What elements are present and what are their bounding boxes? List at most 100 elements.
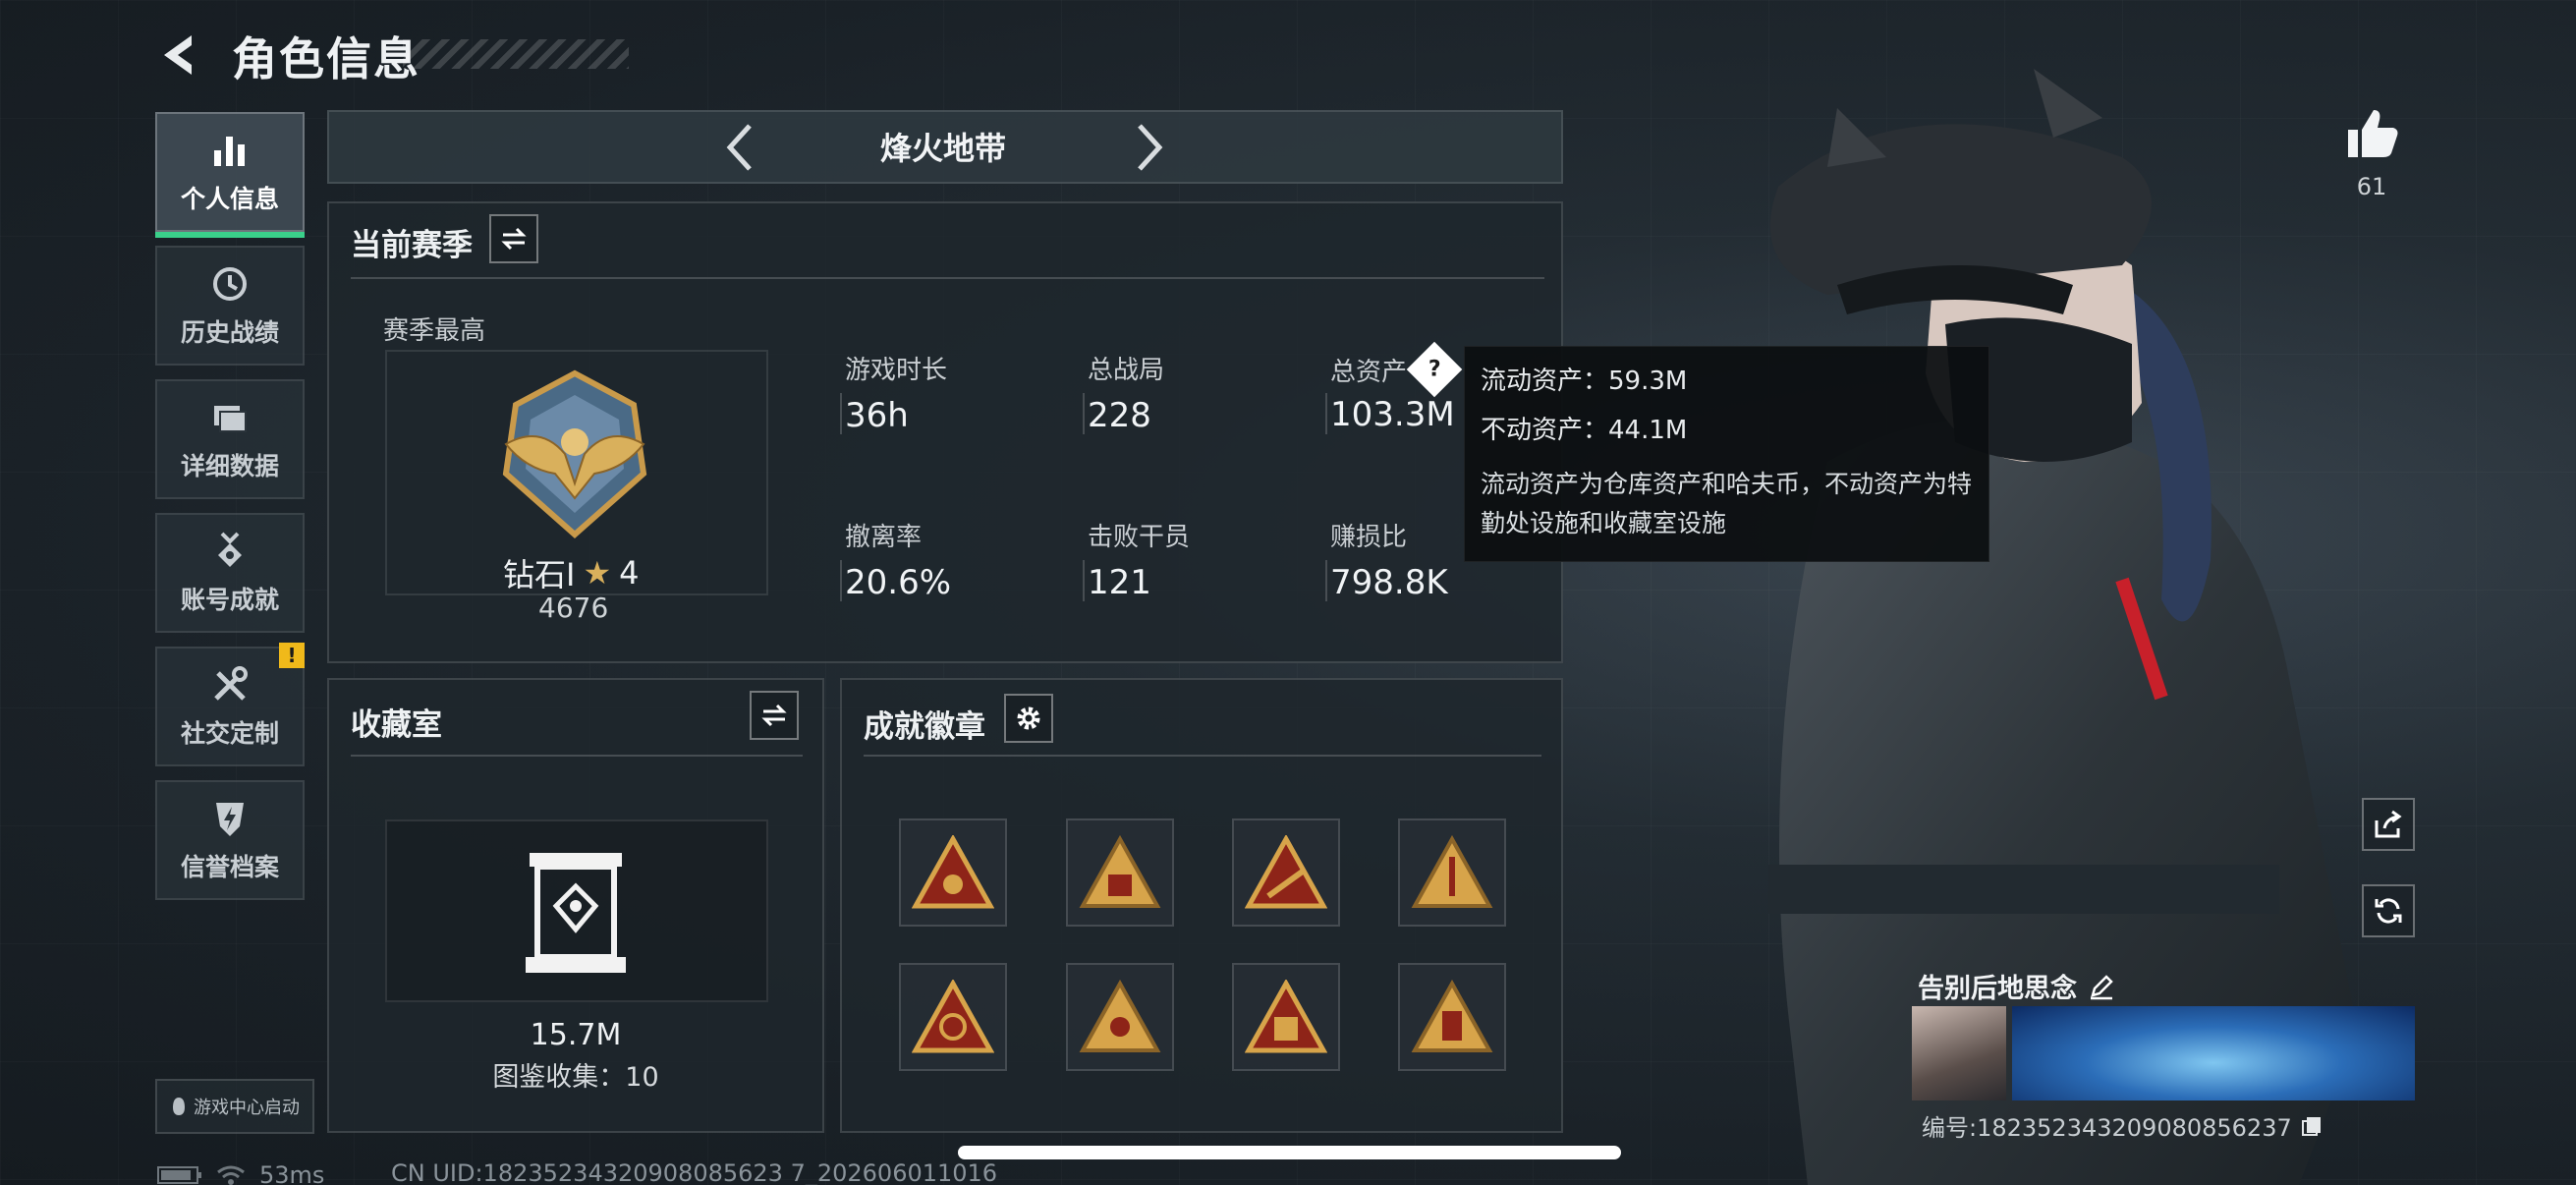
stat-value: 228 bbox=[1088, 396, 1151, 435]
achievement-badge[interactable] bbox=[1066, 963, 1174, 1071]
achievement-badge-icon bbox=[1245, 980, 1327, 1053]
mode-title: 烽火地带 bbox=[879, 130, 1006, 167]
achievement-badge[interactable] bbox=[1398, 818, 1506, 927]
assets-description: 流动资产为仓库资产和哈夫币，不动资产为特勤处设施和收藏室设施 bbox=[1481, 470, 1973, 537]
rank-points: 4676 bbox=[538, 592, 609, 624]
stat-separator bbox=[1083, 393, 1085, 434]
gear-icon bbox=[1017, 706, 1040, 730]
refresh-icon bbox=[2375, 898, 2402, 924]
collection-title: 收藏室 bbox=[351, 707, 442, 743]
wrench-icon bbox=[214, 666, 248, 701]
collection-divider bbox=[351, 755, 803, 757]
season-switch-button[interactable] bbox=[489, 214, 538, 263]
stat-kills: 击败干员 121 bbox=[1088, 517, 1190, 602]
achievement-badge-icon bbox=[912, 835, 994, 909]
achievement-badge-icon bbox=[912, 980, 994, 1053]
share-icon bbox=[2375, 810, 2402, 838]
achievement-badge[interactable] bbox=[1232, 818, 1340, 927]
liquid-assets: 流动资产：59.3M bbox=[1481, 367, 1688, 396]
assets-tooltip: 流动资产：59.3M 不动资产：44.1M 流动资产为仓库资产和哈夫币，不动资产… bbox=[1464, 346, 1989, 562]
nickname: 告别后地思念 bbox=[1918, 974, 2077, 1004]
status-bar: 53ms bbox=[157, 1161, 324, 1185]
sidebar-item-history[interactable]: 历史战绩 bbox=[155, 246, 305, 366]
help-icon[interactable]: ? bbox=[1406, 341, 1463, 398]
share-button[interactable] bbox=[2362, 798, 2415, 851]
diamond-rank-emblem-icon bbox=[502, 369, 647, 539]
achievement-badge-icon bbox=[1079, 835, 1161, 908]
stat-total-matches: 总战局 228 bbox=[1088, 350, 1164, 435]
sidebar-item-label: 账号成就 bbox=[180, 586, 279, 614]
fixed-assets: 不动资产：44.1M bbox=[1481, 416, 1688, 445]
stat-value: 121 bbox=[1088, 563, 1151, 602]
stat-value: 103.3M bbox=[1330, 395, 1455, 434]
game-center-launch-button[interactable]: 游戏中心启动 bbox=[155, 1079, 314, 1134]
stat-label: 游戏时长 bbox=[845, 356, 948, 385]
rank-stars: 4 bbox=[619, 554, 640, 592]
sidebar-item-personal-info[interactable]: 个人信息 bbox=[155, 112, 305, 238]
player-uid-row: 编号:18235234320908085623​7 bbox=[1922, 1108, 2324, 1143]
stat-label: 赚损比 bbox=[1330, 523, 1408, 552]
prev-mode-chevron-icon[interactable] bbox=[720, 118, 759, 177]
achievements-divider bbox=[864, 755, 1541, 757]
rank-line: 钻石Ⅰ ★ 4 bbox=[503, 550, 640, 595]
stat-profit-ratio: 赚损比 798.8K bbox=[1330, 517, 1448, 602]
history-icon bbox=[213, 267, 247, 301]
achievement-badge-icon bbox=[1411, 835, 1493, 908]
display-case-icon bbox=[526, 853, 626, 973]
sidebar-item-label: 历史战绩 bbox=[180, 318, 279, 347]
rank-name: 钻石Ⅰ bbox=[503, 556, 576, 593]
sidebar-item-label: 信誉档案 bbox=[180, 853, 279, 881]
folder-icon bbox=[214, 406, 247, 432]
warning-badge: ! bbox=[279, 643, 305, 668]
sidebar-item-achievements[interactable]: 账号成就 bbox=[155, 513, 305, 633]
achievement-badge[interactable] bbox=[1398, 963, 1506, 1071]
stat-label: 总资产 bbox=[1330, 357, 1408, 387]
achievement-badge-icon bbox=[1245, 835, 1327, 909]
season-title: 当前赛季 bbox=[351, 228, 473, 263]
page-title: 角色信息 bbox=[232, 32, 420, 85]
sidebar-item-label: 详细数据 bbox=[180, 452, 279, 480]
home-indicator[interactable] bbox=[958, 1146, 1621, 1159]
stat-value: 36h bbox=[845, 396, 909, 435]
refresh-button[interactable] bbox=[2362, 884, 2415, 937]
medal-icon bbox=[218, 532, 242, 567]
stat-value: 20.6% bbox=[845, 563, 952, 602]
stat-separator bbox=[840, 560, 842, 601]
stat-value: 798.8K bbox=[1330, 563, 1448, 602]
avatar[interactable] bbox=[1912, 1006, 2006, 1100]
battery-icon bbox=[157, 1166, 201, 1184]
collection-switch-button[interactable] bbox=[750, 691, 799, 740]
achievements-title: 成就徽章 bbox=[864, 709, 985, 745]
collection-value: 15.7M bbox=[530, 1018, 622, 1052]
swap-icon bbox=[761, 704, 787, 727]
stat-total-assets: 总资产 ? 103.3M bbox=[1330, 341, 1463, 434]
season-divider bbox=[351, 277, 1544, 279]
stat-label: 击败干员 bbox=[1088, 523, 1191, 552]
ping-value: 53ms bbox=[259, 1161, 325, 1185]
achievement-badge[interactable] bbox=[899, 818, 1007, 927]
thumbs-up-icon[interactable] bbox=[2342, 104, 2401, 163]
sidebar-item-detailed-data[interactable]: 详细数据 bbox=[155, 379, 305, 499]
game-center-label: 游戏中心启动 bbox=[194, 1098, 300, 1118]
wifi-icon bbox=[217, 1165, 245, 1185]
sidebar-item-credit-record[interactable]: 信誉档案 bbox=[155, 780, 305, 900]
nickname-row: 告别后地思念 bbox=[1918, 967, 2116, 1005]
achievement-badge-icon bbox=[1079, 980, 1161, 1052]
copy-icon[interactable] bbox=[2300, 1114, 2324, 1138]
player-uid: 编号:18235234320908085623​7 bbox=[1922, 1114, 2292, 1142]
back-arrow-icon[interactable] bbox=[152, 28, 207, 83]
stat-separator bbox=[1325, 560, 1327, 601]
swap-icon bbox=[501, 227, 527, 251]
likes-count: 61 bbox=[2356, 173, 2387, 200]
bar-chart-icon bbox=[214, 137, 245, 166]
stat-separator bbox=[1325, 393, 1327, 434]
title-decoration bbox=[403, 39, 629, 69]
next-mode-chevron-icon[interactable] bbox=[1130, 118, 1169, 177]
achievement-badge[interactable] bbox=[1232, 963, 1340, 1071]
achievement-badge[interactable] bbox=[899, 963, 1007, 1071]
achievements-settings-button[interactable] bbox=[1004, 694, 1053, 743]
edit-pencil-icon[interactable] bbox=[2087, 972, 2116, 1001]
sidebar-item-label: 个人信息 bbox=[180, 185, 279, 213]
name-card-banner[interactable] bbox=[2012, 1006, 2415, 1100]
achievement-badge[interactable] bbox=[1066, 818, 1174, 927]
